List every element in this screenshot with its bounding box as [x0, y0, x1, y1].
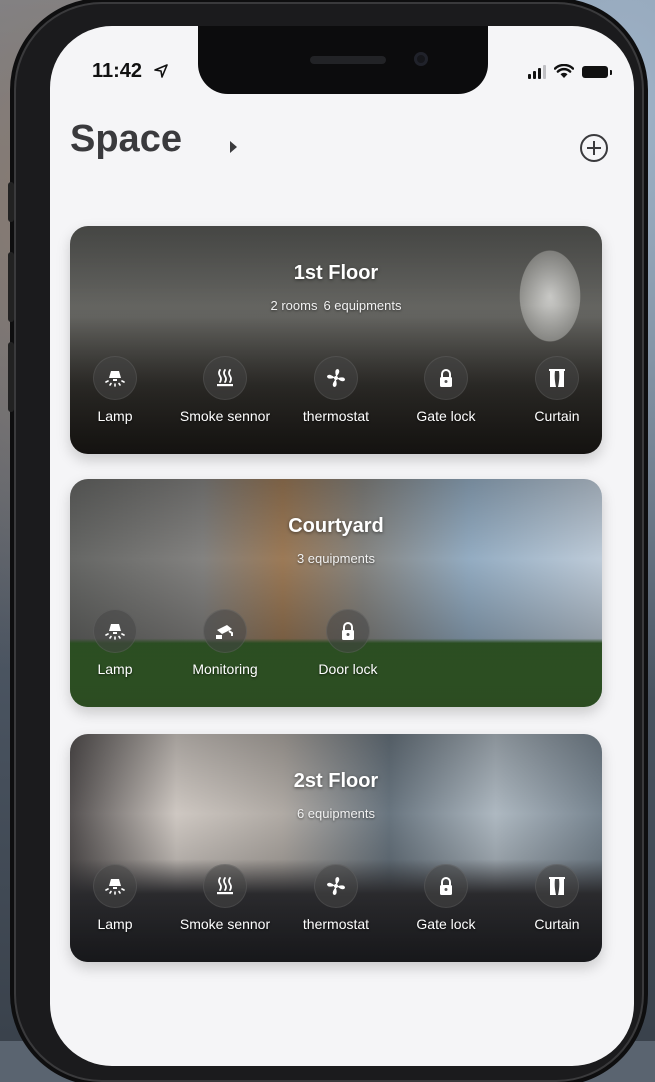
device-label: Lamp	[97, 408, 133, 424]
equipments-count: 6 equipments	[323, 298, 402, 313]
lamp-icon	[93, 609, 137, 653]
add-space-button[interactable]	[580, 134, 608, 162]
smoke-sensor-icon	[203, 864, 247, 908]
space-summary: 3 equipments	[70, 551, 602, 566]
device-gate-lock[interactable]: Gate lock	[391, 356, 501, 424]
device-gate-lock[interactable]: Gate lock	[391, 864, 501, 932]
device-curtain[interactable]: Curtain	[502, 356, 602, 424]
space-card-2st-floor[interactable]: 2st Floor 6 equipments Lamp Smoke sennor	[70, 734, 602, 962]
battery-icon	[582, 65, 612, 78]
device-label: Curtain	[534, 408, 580, 424]
rooms-count: 2 rooms	[270, 298, 318, 313]
space-name: 1st Floor	[293, 262, 379, 284]
app-screen: 11:42 Space 1st Floor 2 rooms 6 equipment…	[50, 26, 634, 1066]
space-name: Courtyard	[288, 515, 384, 537]
device-label: Curtain	[534, 916, 580, 932]
space-card-courtyard[interactable]: Courtyard 3 equipments Lamp Monitoring D…	[70, 479, 602, 707]
device-thermostat[interactable]: thermostat	[281, 356, 391, 424]
device-label: Gate lock	[416, 916, 476, 932]
page-title[interactable]: Space	[70, 118, 182, 161]
side-button	[8, 182, 14, 222]
device-lamp[interactable]: Lamp	[70, 864, 170, 932]
cellular-signal-icon	[528, 64, 546, 79]
device-monitoring[interactable]: Monitoring	[170, 609, 280, 677]
wifi-icon	[554, 64, 574, 78]
notch	[198, 26, 488, 94]
lamp-icon	[93, 864, 137, 908]
space-name: 2st Floor	[293, 770, 379, 792]
device-door-lock[interactable]: Door lock	[293, 609, 403, 677]
camera-icon	[203, 609, 247, 653]
lock-icon	[424, 864, 468, 908]
device-smoke-sensor[interactable]: Smoke sennor	[170, 864, 280, 932]
device-label: thermostat	[302, 408, 370, 424]
lamp-icon	[93, 356, 137, 400]
lock-icon	[424, 356, 468, 400]
device-lamp[interactable]: Lamp	[70, 356, 170, 424]
device-thermostat[interactable]: thermostat	[281, 864, 391, 932]
device-label: Smoke sennor	[179, 916, 271, 932]
location-arrow-icon	[154, 64, 168, 78]
curtain-icon	[535, 864, 579, 908]
status-indicators	[528, 64, 612, 79]
phone-frame: 11:42 Space 1st Floor 2 rooms 6 equipment…	[8, 2, 644, 1082]
caret-right-icon[interactable]	[230, 141, 237, 153]
volume-down-button	[8, 342, 14, 412]
fan-icon	[314, 864, 358, 908]
status-time: 11:42	[92, 60, 143, 82]
device-curtain[interactable]: Curtain	[502, 864, 602, 932]
earpiece-speaker	[310, 56, 386, 64]
device-label: Smoke sennor	[179, 408, 271, 424]
space-summary: 2 rooms 6 equipments	[70, 298, 602, 313]
equipments-count: 3 equipments	[296, 551, 376, 566]
device-label: Gate lock	[416, 408, 476, 424]
fan-icon	[314, 356, 358, 400]
smoke-sensor-icon	[203, 356, 247, 400]
front-camera	[414, 52, 428, 66]
device-label: Monitoring	[192, 661, 258, 677]
space-card-1st-floor[interactable]: 1st Floor 2 rooms 6 equipments Lamp Smoke…	[70, 226, 602, 454]
volume-up-button	[8, 252, 14, 322]
device-label: Lamp	[97, 661, 133, 677]
lock-icon	[326, 609, 370, 653]
device-label: thermostat	[302, 916, 370, 932]
device-lamp[interactable]: Lamp	[70, 609, 170, 677]
space-summary: 6 equipments	[70, 806, 602, 821]
curtain-icon	[535, 356, 579, 400]
equipments-count: 6 equipments	[296, 806, 376, 821]
device-label: Lamp	[97, 916, 133, 932]
device-label: Door lock	[318, 661, 378, 677]
device-smoke-sensor[interactable]: Smoke sennor	[170, 356, 280, 424]
